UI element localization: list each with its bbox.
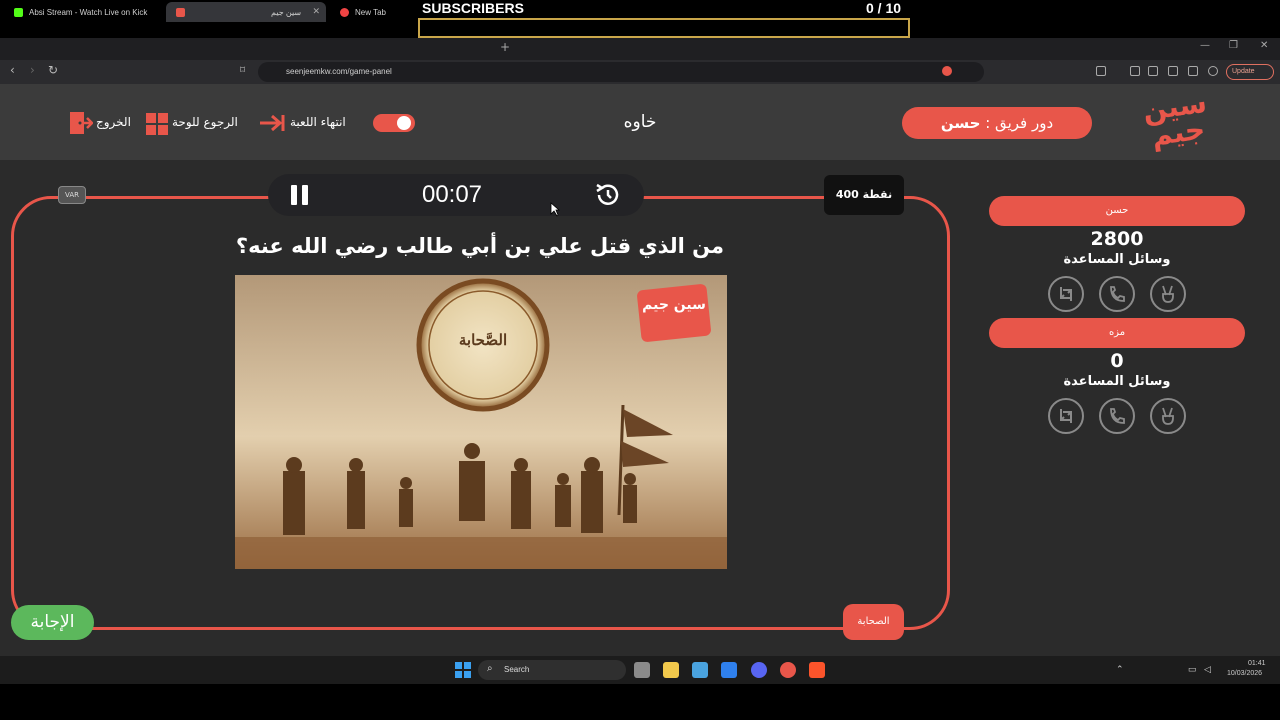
answer-button[interactable]: الإجابة bbox=[11, 605, 94, 640]
end-game-label[interactable]: انتهاء اللعبة bbox=[290, 115, 346, 129]
toggle-knob bbox=[397, 116, 411, 130]
image-seal-text: الصَّحابة bbox=[458, 331, 508, 349]
arrow-right-icon[interactable] bbox=[258, 113, 286, 133]
extensions-icon[interactable] bbox=[1188, 66, 1198, 76]
category-badge: الصحابة bbox=[843, 604, 904, 640]
letterbox-bottom bbox=[0, 684, 1280, 720]
swap-icon[interactable] bbox=[1048, 276, 1084, 312]
points-badge: 400 نقطة bbox=[824, 175, 904, 215]
cursor-icon bbox=[550, 202, 560, 217]
volume-icon[interactable]: ◁ bbox=[1204, 664, 1211, 675]
tray-chevron-icon[interactable]: ⌃ bbox=[1116, 664, 1124, 675]
new-tab-icon[interactable]: + bbox=[500, 40, 510, 54]
brave-shield-icon[interactable] bbox=[942, 66, 952, 76]
team-name-pill: مزه bbox=[989, 318, 1245, 348]
clock-time[interactable]: 01:41 bbox=[1248, 660, 1266, 667]
search-icon: ⌕ bbox=[487, 663, 493, 674]
help-tools-label: وسائل المساعدة bbox=[1063, 374, 1171, 389]
team-score: 0 bbox=[1110, 350, 1124, 372]
reader-icon[interactable] bbox=[1148, 66, 1158, 76]
clock-date[interactable]: 10/03/2026 bbox=[1227, 670, 1262, 677]
app-icon[interactable] bbox=[780, 662, 796, 678]
taskbar-search[interactable]: Search bbox=[478, 660, 626, 680]
var-badge[interactable]: VAR bbox=[58, 186, 86, 204]
bookmark-icon[interactable]: ⌑ bbox=[240, 65, 245, 76]
reload-icon[interactable]: ↻ bbox=[48, 63, 58, 77]
sidebar-icon[interactable] bbox=[1096, 66, 1106, 76]
question-image: الصَّحابة سين جيم bbox=[235, 275, 727, 569]
peace-hand-icon[interactable] bbox=[1150, 276, 1186, 312]
turn-team-name: حسن bbox=[940, 114, 981, 132]
minimize-icon[interactable]: — bbox=[1200, 40, 1210, 51]
edge-icon[interactable] bbox=[721, 662, 737, 678]
close-icon[interactable]: ✕ bbox=[312, 6, 320, 17]
tab-title: New Tab bbox=[355, 7, 386, 17]
pause-icon[interactable] bbox=[288, 183, 312, 207]
seenjeem-logo: سين جيم bbox=[1140, 85, 1209, 153]
store-icon[interactable] bbox=[692, 662, 708, 678]
image-watermark: سين جيم bbox=[642, 297, 706, 313]
tab-kick[interactable]: Absi Stream - Watch Live on Kick bbox=[4, 2, 166, 22]
help-tools-label: وسائل المساعدة bbox=[1063, 252, 1171, 267]
exit-label[interactable]: الخروج bbox=[96, 115, 131, 129]
vpn-icon[interactable] bbox=[1208, 66, 1218, 76]
subscribers-count: 0 / 10 bbox=[866, 0, 902, 16]
update-button[interactable]: Update bbox=[1226, 64, 1274, 80]
tab-seenjeem[interactable]: سين جيم ✕ bbox=[166, 2, 326, 22]
url-input[interactable]: seenjeemkw.com/game-panel bbox=[258, 62, 984, 82]
category-title: خاوه bbox=[623, 112, 657, 132]
task-view-icon[interactable] bbox=[634, 662, 650, 678]
grid-icon[interactable] bbox=[146, 113, 168, 135]
media-icon[interactable] bbox=[1130, 66, 1140, 76]
subscribers-progress-bar bbox=[418, 18, 910, 38]
kick-icon bbox=[14, 7, 23, 17]
team-name-pill: حسن bbox=[989, 196, 1245, 226]
seenjeem-icon bbox=[176, 7, 185, 17]
current-turn-pill: دور فريق : حسن bbox=[902, 107, 1092, 139]
tab-title: سين جيم bbox=[271, 7, 302, 17]
forward-icon[interactable]: › bbox=[30, 63, 35, 77]
tab-title: Absi Stream - Watch Live on Kick bbox=[29, 7, 148, 17]
brave-taskbar-icon[interactable] bbox=[809, 662, 825, 678]
peace-hand-icon[interactable] bbox=[1150, 398, 1186, 434]
discord-icon[interactable] bbox=[751, 662, 767, 678]
browser-tab-bar bbox=[0, 38, 1280, 60]
phone-icon[interactable] bbox=[1099, 398, 1135, 434]
phone-icon[interactable] bbox=[1099, 276, 1135, 312]
maximize-icon[interactable]: ❐ bbox=[1229, 40, 1238, 51]
swap-icon[interactable] bbox=[1048, 398, 1084, 434]
back-icon[interactable]: ‹ bbox=[10, 63, 15, 77]
team-score: 2800 bbox=[1090, 228, 1144, 250]
exit-door-icon[interactable] bbox=[69, 111, 93, 135]
reset-timer-icon[interactable] bbox=[593, 181, 621, 209]
file-explorer-icon[interactable] bbox=[663, 662, 679, 678]
wallet-icon[interactable] bbox=[1168, 66, 1178, 76]
question-text: من الذي قتل علي بن أبي طالب رضي الله عنه… bbox=[235, 234, 725, 258]
window-close-icon[interactable]: ✕ bbox=[1260, 40, 1268, 51]
turn-prefix: دور فريق : bbox=[985, 114, 1054, 132]
timer-display: 00:07 bbox=[421, 181, 483, 208]
brave-icon bbox=[340, 7, 349, 17]
network-icon[interactable]: ▭ bbox=[1188, 664, 1197, 675]
tab-new[interactable]: New Tab bbox=[330, 2, 490, 22]
windows-start-icon[interactable] bbox=[455, 662, 471, 678]
back-to-board-label[interactable]: الرجوع للوحة bbox=[172, 115, 238, 129]
